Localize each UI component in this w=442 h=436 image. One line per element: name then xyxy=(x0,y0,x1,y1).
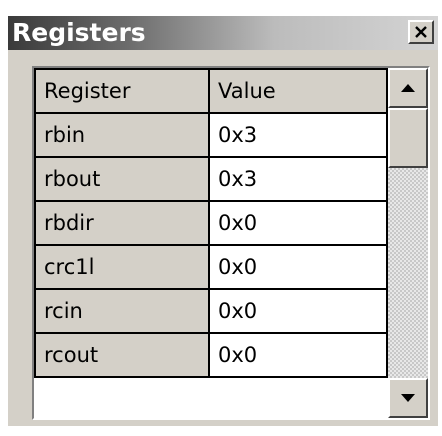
registers-window: Registers Register Value rbin 0x3 rbout … xyxy=(0,0,442,436)
register-name-cell: crc1l xyxy=(34,244,210,290)
register-name-cell: rcout xyxy=(34,332,210,378)
scrollbar-thumb[interactable] xyxy=(388,108,428,168)
register-value-cell[interactable]: 0x0 xyxy=(208,200,388,246)
table-row[interactable]: rcout 0x0 xyxy=(34,332,388,378)
table-row[interactable]: rbin 0x3 xyxy=(34,112,388,158)
table-row[interactable]: crc1l 0x0 xyxy=(34,244,388,290)
table-row[interactable]: rbdir 0x0 xyxy=(34,200,388,246)
register-name-cell: rcin xyxy=(34,288,210,334)
register-name-cell: rbdir xyxy=(34,200,210,246)
table-row[interactable]: rbout 0x3 xyxy=(34,156,388,202)
table-header-row: Register Value xyxy=(34,68,388,114)
window-title: Registers xyxy=(12,18,146,47)
register-name-cell: rbout xyxy=(34,156,210,202)
table-row[interactable]: rcin 0x0 xyxy=(34,288,388,334)
register-value-cell[interactable]: 0x3 xyxy=(208,156,388,202)
register-value-cell[interactable]: 0x0 xyxy=(208,332,388,378)
register-name-cell: rbin xyxy=(34,112,210,158)
column-header-register[interactable]: Register xyxy=(34,68,210,114)
vertical-scrollbar[interactable] xyxy=(388,68,428,418)
registers-grid: Register Value rbin 0x3 rbout 0x3 rbdir xyxy=(32,66,430,420)
scroll-down-button[interactable] xyxy=(388,378,428,418)
registers-table: Register Value rbin 0x3 rbout 0x3 rbdir xyxy=(34,68,388,378)
title-bar[interactable]: Registers xyxy=(8,16,438,50)
register-value-cell[interactable]: 0x0 xyxy=(208,288,388,334)
close-button[interactable] xyxy=(408,20,434,44)
column-header-value[interactable]: Value xyxy=(208,68,388,114)
registers-panel: Register Value rbin 0x3 rbout 0x3 rbdir xyxy=(8,50,438,426)
scroll-up-button[interactable] xyxy=(388,68,428,108)
register-value-cell[interactable]: 0x0 xyxy=(208,244,388,290)
register-value-cell[interactable]: 0x3 xyxy=(208,112,388,158)
